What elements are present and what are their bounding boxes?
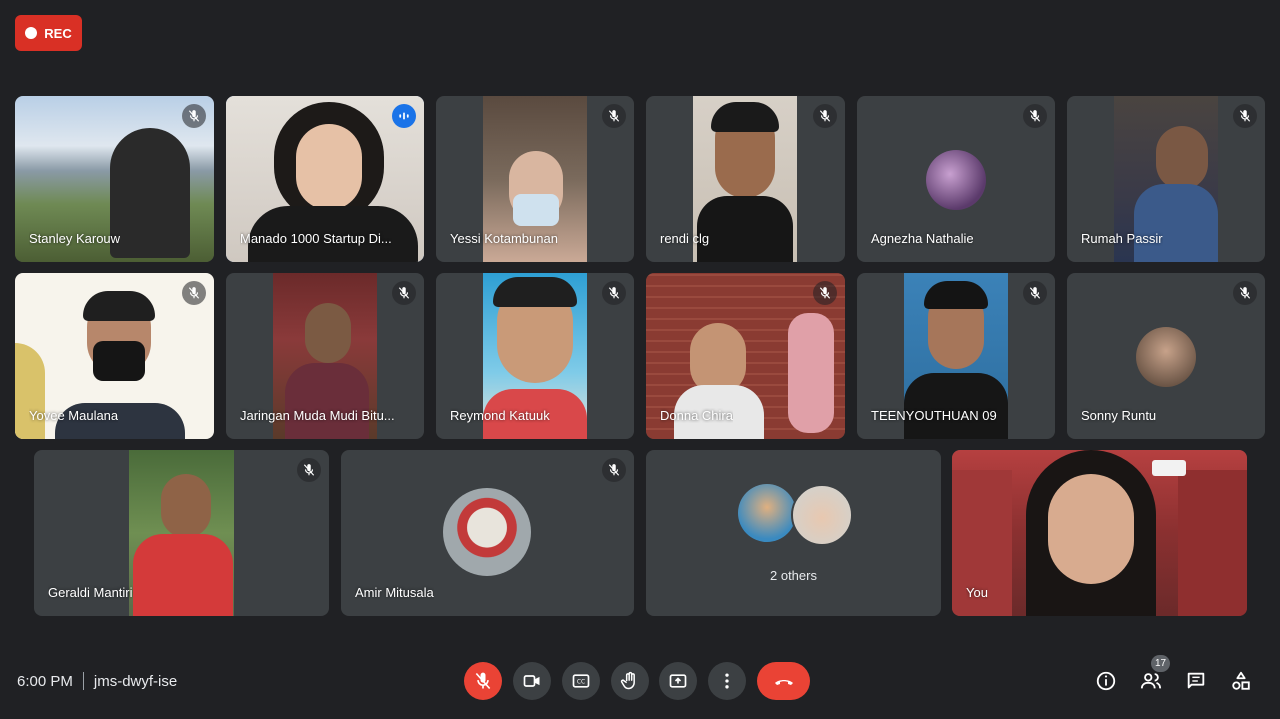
participant-name: TEENYOUTHUAN 09	[871, 408, 997, 423]
recording-label: REC	[44, 25, 72, 41]
microphone-toggle-button[interactable]	[464, 662, 502, 700]
recording-indicator[interactable]: REC	[15, 15, 82, 51]
participant-name: Donna Chira	[660, 408, 733, 423]
chat-icon	[1187, 672, 1205, 689]
participant-name: Stanley Karouw	[29, 231, 121, 246]
mic-off-icon	[182, 281, 206, 305]
mic-off-icon	[182, 104, 206, 128]
info-icon	[1096, 671, 1116, 691]
participant-tile-reymond[interactable]: Reymond Katuuk	[436, 273, 634, 439]
meeting-info: 6:00 PM jms-dwyf-ise	[17, 672, 177, 690]
record-dot-icon	[25, 27, 38, 39]
participant-avatar	[926, 150, 986, 210]
participant-tile-yessi[interactable]: Yessi Kotambunan	[436, 96, 634, 262]
hand-icon	[620, 671, 635, 690]
more-options-button[interactable]	[708, 662, 746, 700]
mic-off-icon	[602, 281, 626, 305]
participant-tile-geraldi[interactable]: Geraldi Mantiri	[34, 450, 329, 616]
participant-name: Jaringan Muda Mudi Bitu...	[240, 408, 395, 423]
leave-call-button[interactable]	[757, 662, 810, 700]
camera-toggle-button[interactable]	[513, 662, 551, 700]
participant-tile-rumah-passir[interactable]: Rumah Passir	[1067, 96, 1265, 262]
svg-text:CC: CC	[577, 680, 585, 686]
raise-hand-button[interactable]	[611, 662, 649, 700]
participant-name: Agnezha Nathalie	[871, 231, 974, 246]
mic-off-icon	[392, 281, 416, 305]
participant-video	[952, 450, 1247, 616]
participant-tile-teenyouthuan[interactable]: TEENYOUTHUAN 09	[857, 273, 1055, 439]
participant-tile-manado[interactable]: Manado 1000 Startup Di...	[226, 96, 424, 262]
meeting-code: jms-dwyf-ise	[93, 672, 178, 690]
participant-name: Geraldi Mantiri	[48, 585, 133, 600]
participant-name: Amir Mitusala	[355, 585, 434, 600]
meeting-time: 6:00 PM	[17, 672, 73, 690]
meeting-details-button[interactable]	[1094, 669, 1118, 693]
chat-button[interactable]	[1184, 669, 1208, 693]
participant-name: Yovee Maulana	[29, 408, 119, 423]
mic-off-icon	[475, 672, 491, 690]
participant-name: Sonny Runtu	[1081, 408, 1157, 423]
mic-off-icon	[1023, 281, 1047, 305]
participant-tile-stanley[interactable]: Stanley Karouw	[15, 96, 214, 262]
participant-tile-rendi[interactable]: rendi clg	[646, 96, 845, 262]
mic-off-icon	[297, 458, 321, 482]
participant-tile-yovee[interactable]: Yovee Maulana	[15, 273, 214, 439]
mic-off-icon	[602, 104, 626, 128]
people-button[interactable]	[1139, 669, 1163, 693]
participant-count-badge: 17	[1151, 655, 1170, 672]
participant-name: Yessi Kotambunan	[450, 231, 558, 246]
participant-name: Reymond Katuuk	[450, 408, 550, 423]
present-icon	[669, 674, 687, 688]
participant-avatar	[1136, 327, 1196, 387]
participant-tile-you[interactable]: You	[952, 450, 1247, 616]
mic-off-icon	[1233, 281, 1257, 305]
mic-off-icon	[813, 281, 837, 305]
activities-icon	[1232, 671, 1250, 690]
participant-tile-amir[interactable]: Amir Mitusala	[341, 450, 634, 616]
camera-icon	[523, 675, 540, 687]
participant-tile-agnezha[interactable]: Agnezha Nathalie	[857, 96, 1055, 262]
more-vertical-icon	[725, 673, 729, 689]
mic-off-icon	[602, 458, 626, 482]
participant-avatar	[443, 488, 531, 576]
activities-button[interactable]	[1229, 669, 1253, 693]
participant-tile-sonny[interactable]: Sonny Runtu	[1067, 273, 1265, 439]
others-tile[interactable]: 2 others	[646, 450, 941, 616]
participant-tile-jaringan[interactable]: Jaringan Muda Mudi Bitu...	[226, 273, 424, 439]
participant-avatar	[738, 484, 796, 542]
mic-off-icon	[813, 104, 837, 128]
speaking-icon	[392, 104, 416, 128]
present-screen-button[interactable]	[659, 662, 697, 700]
participant-tile-donna[interactable]: Donna Chira	[646, 273, 845, 439]
mic-off-icon	[1023, 104, 1047, 128]
mic-off-icon	[1233, 104, 1257, 128]
captions-button[interactable]: CC	[562, 662, 600, 700]
participant-video	[129, 450, 234, 616]
participant-avatar	[791, 484, 853, 546]
divider	[82, 672, 84, 690]
participant-name: Rumah Passir	[1081, 231, 1163, 246]
hang-up-icon	[774, 680, 793, 685]
others-label: 2 others	[770, 568, 817, 583]
closed-captions-icon: CC	[572, 674, 590, 688]
people-icon	[1140, 673, 1162, 689]
participant-name: rendi clg	[660, 231, 710, 246]
participant-name: Manado 1000 Startup Di...	[240, 231, 392, 246]
participant-name: You	[966, 585, 988, 600]
